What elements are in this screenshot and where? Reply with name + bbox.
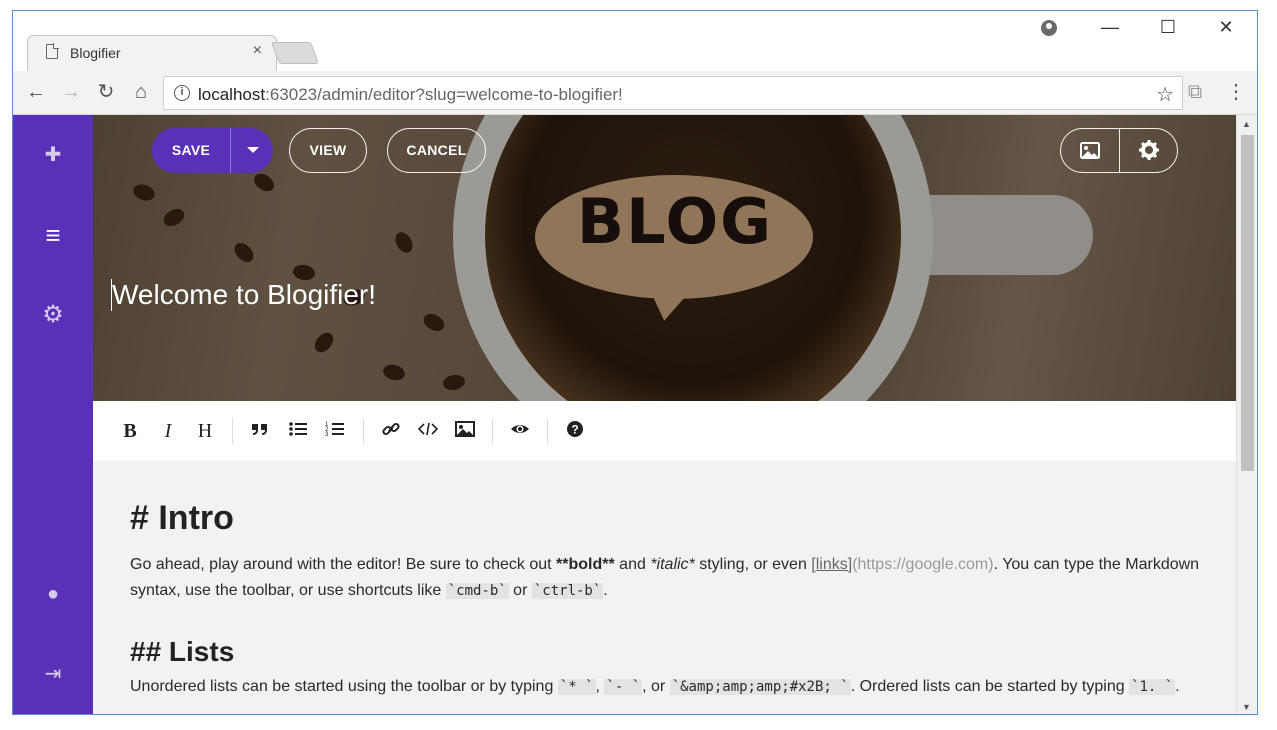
cover-image: BLOG SAVE VIEW CANCEL Welcome to Blogifi… bbox=[93, 115, 1238, 401]
bold-button[interactable]: B bbox=[117, 419, 143, 445]
profile-icon[interactable] bbox=[1041, 20, 1057, 36]
scroll-thumb[interactable] bbox=[1241, 135, 1254, 471]
code-icon bbox=[417, 422, 439, 436]
toolbar-separator bbox=[363, 418, 364, 444]
globe-icon[interactable]: ● bbox=[41, 582, 65, 606]
link-button[interactable] bbox=[378, 419, 404, 445]
help-button[interactable]: ? bbox=[562, 419, 588, 445]
menu-dots-icon[interactable]: ⋮ bbox=[1224, 81, 1248, 103]
tab-title: Blogifier bbox=[70, 45, 121, 61]
svg-text:?: ? bbox=[571, 423, 578, 437]
align-left-icon[interactable]: ≡ bbox=[41, 222, 65, 248]
cover-image-button[interactable] bbox=[1061, 129, 1119, 172]
ordered-list-button[interactable]: 123 bbox=[322, 419, 348, 445]
back-arrow-icon[interactable]: ← bbox=[24, 81, 48, 103]
tab-strip: Blogifier × — ☐ ✕ bbox=[13, 11, 1257, 71]
extension-icon[interactable]: ⧉ bbox=[1183, 81, 1207, 103]
minimize-button[interactable]: — bbox=[1087, 17, 1133, 38]
intro-paragraph: Go ahead, play around with the editor! B… bbox=[130, 556, 1200, 599]
browser-toolbar: ← → ↻ ⌂ i localhost:63023/admin/editor?s… bbox=[13, 71, 1257, 115]
bookmark-star-icon[interactable]: ☆ bbox=[1156, 82, 1174, 107]
plus-icon[interactable]: ✚ bbox=[41, 143, 65, 167]
app-area: ✚ ≡ ⚙ ● ⇥ BLOG SAVE VIEW CANCEL Welcome … bbox=[13, 115, 1257, 714]
url-text: localhost:63023/admin/editor?slug=welcom… bbox=[198, 85, 623, 104]
quote-button[interactable] bbox=[247, 419, 273, 445]
svg-text:3: 3 bbox=[325, 432, 329, 438]
image-icon bbox=[455, 421, 475, 437]
reload-icon[interactable]: ↻ bbox=[94, 81, 118, 103]
gear-icon bbox=[1139, 140, 1159, 160]
close-window-button[interactable]: ✕ bbox=[1203, 17, 1249, 38]
quote-icon bbox=[252, 424, 267, 435]
lists-paragraph: Unordered lists can be started using the… bbox=[130, 678, 1180, 695]
toolbar-separator bbox=[547, 418, 548, 444]
toolbar-separator bbox=[232, 418, 233, 444]
save-label[interactable]: SAVE bbox=[152, 128, 230, 173]
new-tab-button[interactable] bbox=[270, 42, 320, 64]
post-title-input[interactable]: Welcome to Blogifier! bbox=[111, 279, 376, 311]
heading-lists: ## Lists bbox=[130, 636, 235, 667]
save-dropdown-toggle[interactable] bbox=[230, 128, 273, 173]
admin-sidebar: ✚ ≡ ⚙ ● ⇥ bbox=[13, 115, 93, 714]
preview-button[interactable] bbox=[507, 419, 533, 445]
image-icon bbox=[1080, 142, 1100, 159]
view-button[interactable]: VIEW bbox=[289, 128, 367, 173]
info-icon[interactable]: i bbox=[174, 85, 190, 101]
cancel-button[interactable]: CANCEL bbox=[387, 128, 486, 173]
maximize-button[interactable]: ☐ bbox=[1145, 17, 1191, 38]
page-icon bbox=[46, 43, 59, 59]
browser-window: Blogifier × — ☐ ✕ ← → ↻ ⌂ i localhost:63… bbox=[12, 10, 1258, 715]
sign-out-icon[interactable]: ⇥ bbox=[41, 662, 65, 686]
unordered-list-button[interactable] bbox=[285, 419, 311, 445]
address-bar[interactable]: i localhost:63023/admin/editor?slug=welc… bbox=[163, 76, 1183, 110]
scroll-down-arrow-icon[interactable]: ▼ bbox=[1242, 702, 1251, 712]
cover-actions-group bbox=[1060, 128, 1178, 173]
scroll-up-arrow-icon[interactable]: ▲ bbox=[1242, 119, 1251, 129]
gear-icon[interactable]: ⚙ bbox=[41, 303, 65, 327]
link-icon bbox=[382, 422, 400, 436]
heading-button[interactable]: H bbox=[192, 419, 218, 445]
page-scrollbar[interactable]: ▲ ▼ bbox=[1236, 115, 1257, 714]
editor-content: BLOG SAVE VIEW CANCEL Welcome to Blogifi… bbox=[93, 115, 1238, 714]
markdown-editor[interactable]: # Intro Go ahead, play around with the e… bbox=[93, 461, 1238, 714]
home-icon[interactable]: ⌂ bbox=[129, 81, 153, 103]
italic-button[interactable]: I bbox=[155, 419, 181, 445]
question-icon: ? bbox=[567, 421, 583, 437]
post-settings-button[interactable] bbox=[1120, 129, 1178, 172]
insert-image-button[interactable] bbox=[452, 419, 478, 445]
unordered-list-icon bbox=[289, 422, 307, 436]
tab-close-icon[interactable]: × bbox=[253, 42, 262, 60]
markdown-toolbar: B I H 123 ? bbox=[93, 401, 1238, 461]
forward-arrow-icon[interactable]: → bbox=[59, 81, 83, 103]
ordered-list-icon: 123 bbox=[325, 422, 344, 438]
heading-intro: # Intro bbox=[130, 499, 234, 537]
code-button[interactable] bbox=[415, 419, 441, 445]
browser-tab[interactable]: Blogifier × bbox=[27, 35, 277, 71]
eye-icon bbox=[511, 425, 529, 433]
toolbar-separator bbox=[492, 418, 493, 444]
save-button[interactable]: SAVE bbox=[152, 128, 273, 173]
